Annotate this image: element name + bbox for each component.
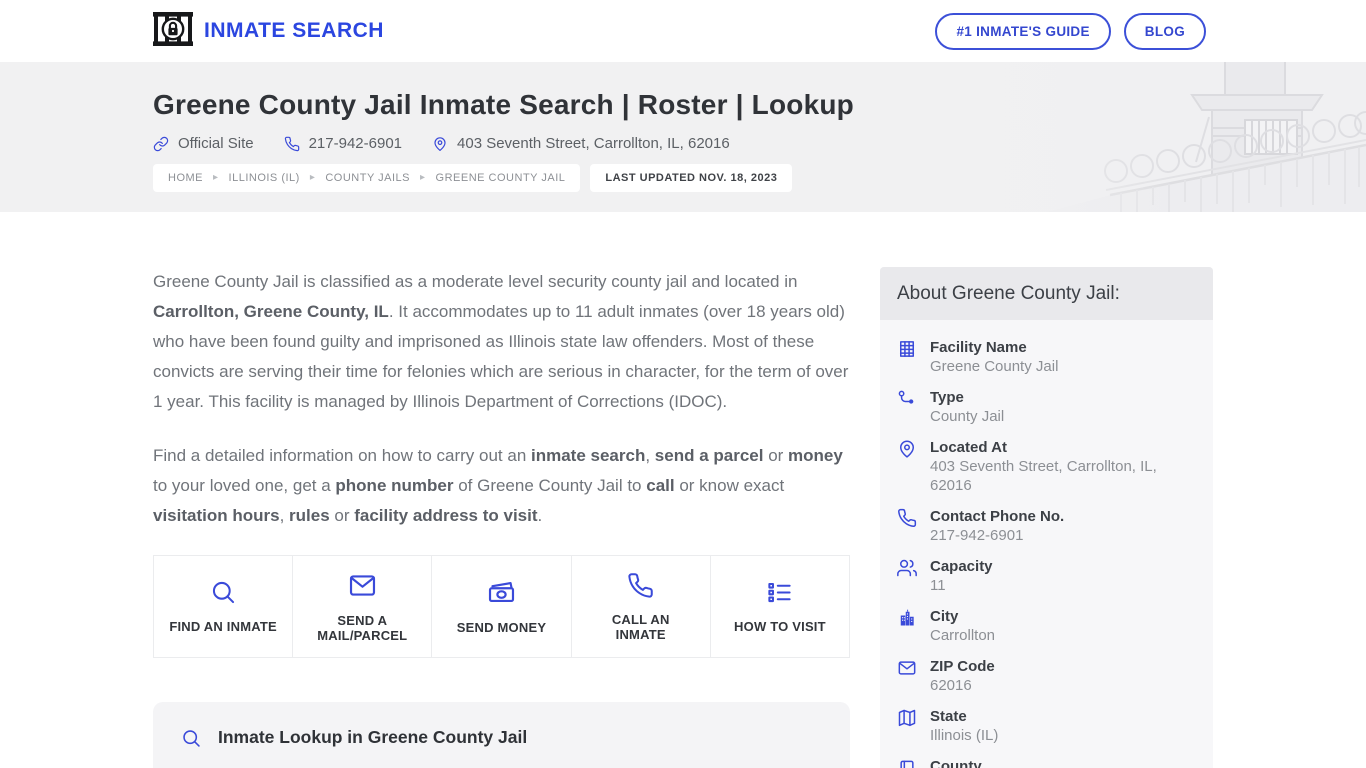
page-title: Greene County Jail Inmate Search | Roste… (153, 89, 854, 121)
inmate-lookup-section: Inmate Lookup in Greene County Jail (153, 702, 850, 768)
fact-county: County (897, 757, 1196, 768)
search-icon (181, 728, 202, 749)
action-label: CALL AN INMATE (605, 612, 677, 642)
link-icon (153, 136, 169, 152)
brand-logo[interactable]: INMATE SEARCH (153, 12, 384, 51)
hero-banner: Greene County Jail Inmate Search | Roste… (0, 62, 1366, 212)
phone-contact[interactable]: 217-942-6901 (284, 135, 402, 152)
phone-icon (897, 507, 917, 545)
search-icon (210, 579, 237, 606)
sidebar-title: About Greene County Jail: (880, 267, 1213, 320)
fact-zip-code: ZIP Code 62016 (897, 657, 1196, 695)
breadcrumb: HOME ▸ ILLINOIS (IL) ▸ COUNTY JAILS ▸ GR… (153, 164, 580, 192)
phone-icon (627, 572, 654, 599)
official-site-link[interactable]: Official Site (153, 135, 254, 152)
city-icon (897, 607, 917, 645)
breadcrumb-home[interactable]: HOME (168, 172, 203, 184)
send-mail-parcel-button[interactable]: SEND A MAIL/PARCEL (292, 555, 432, 658)
mail-icon (348, 571, 377, 600)
find-an-inmate-button[interactable]: FIND AN INMATE (153, 555, 293, 658)
users-icon (897, 557, 917, 595)
map-pin-icon (897, 438, 917, 495)
chevron-right-icon: ▸ (213, 173, 219, 183)
fact-state: State Illinois (IL) (897, 707, 1196, 745)
money-icon (487, 578, 516, 607)
map-pin-icon (432, 136, 448, 152)
about-sidebar: About Greene County Jail: Facility Name … (880, 267, 1213, 768)
chevron-right-icon: ▸ (310, 173, 316, 183)
phone-number: 217-942-6901 (309, 135, 402, 152)
address-text: 403 Seventh Street, Carrollton, IL, 6201… (457, 135, 730, 152)
action-label: HOW TO VISIT (734, 619, 826, 634)
send-money-button[interactable]: SEND MONEY (431, 555, 571, 658)
action-label: SEND MONEY (457, 620, 546, 635)
contact-row: Official Site 217-942-6901 403 Sevent (153, 135, 854, 152)
fact-located-at: Located At 403 Seventh Street, Carrollto… (897, 438, 1196, 495)
action-label: FIND AN INMATE (169, 619, 277, 634)
blog-button[interactable]: BLOG (1124, 13, 1206, 50)
address-contact: 403 Seventh Street, Carrollton, IL, 6201… (432, 135, 730, 152)
intro-paragraph: Greene County Jail is classified as a mo… (153, 267, 850, 417)
breadcrumb-current: GREENE COUNTY JAIL (436, 172, 566, 184)
county-icon (897, 757, 917, 768)
fact-type: Type County Jail (897, 388, 1196, 426)
how-to-visit-button[interactable]: HOW TO VISIT (710, 555, 850, 658)
guide-paragraph: Find a detailed information on how to ca… (153, 441, 850, 531)
last-updated-badge: LAST UPDATED NOV. 18, 2023 (590, 164, 792, 192)
fact-contact-phone: Contact Phone No. 217-942-6901 (897, 507, 1196, 545)
checklist-icon (766, 579, 793, 606)
chevron-right-icon: ▸ (420, 173, 426, 183)
map-icon (897, 707, 917, 745)
building-icon (897, 338, 917, 376)
official-site-label: Official Site (178, 135, 254, 152)
phone-icon (284, 136, 300, 152)
inmates-guide-button[interactable]: #1 INMATE'S GUIDE (935, 13, 1110, 50)
fact-capacity: Capacity 11 (897, 557, 1196, 595)
call-an-inmate-button[interactable]: CALL AN INMATE (571, 555, 711, 658)
top-header: INMATE SEARCH #1 INMATE'S GUIDE BLOG (0, 0, 1366, 62)
prison-watchtower-photo (946, 62, 1366, 212)
breadcrumb-illinois[interactable]: ILLINOIS (IL) (229, 172, 300, 184)
header-nav: #1 INMATE'S GUIDE BLOG (935, 13, 1206, 50)
route-icon (897, 388, 917, 426)
lookup-title: Inmate Lookup in Greene County Jail (218, 727, 527, 748)
article-column: Greene County Jail is classified as a mo… (153, 267, 850, 768)
brand-name: INMATE SEARCH (204, 19, 384, 43)
action-label: SEND A MAIL/PARCEL (312, 613, 412, 643)
jail-lock-icon (153, 12, 193, 51)
envelope-icon (897, 657, 917, 695)
fact-city: City Carrollton (897, 607, 1196, 645)
breadcrumb-county-jails[interactable]: COUNTY JAILS (325, 172, 410, 184)
quick-actions: FIND AN INMATE SEND A MAIL/PARCEL (153, 555, 850, 658)
fact-facility-name: Facility Name Greene County Jail (897, 338, 1196, 376)
